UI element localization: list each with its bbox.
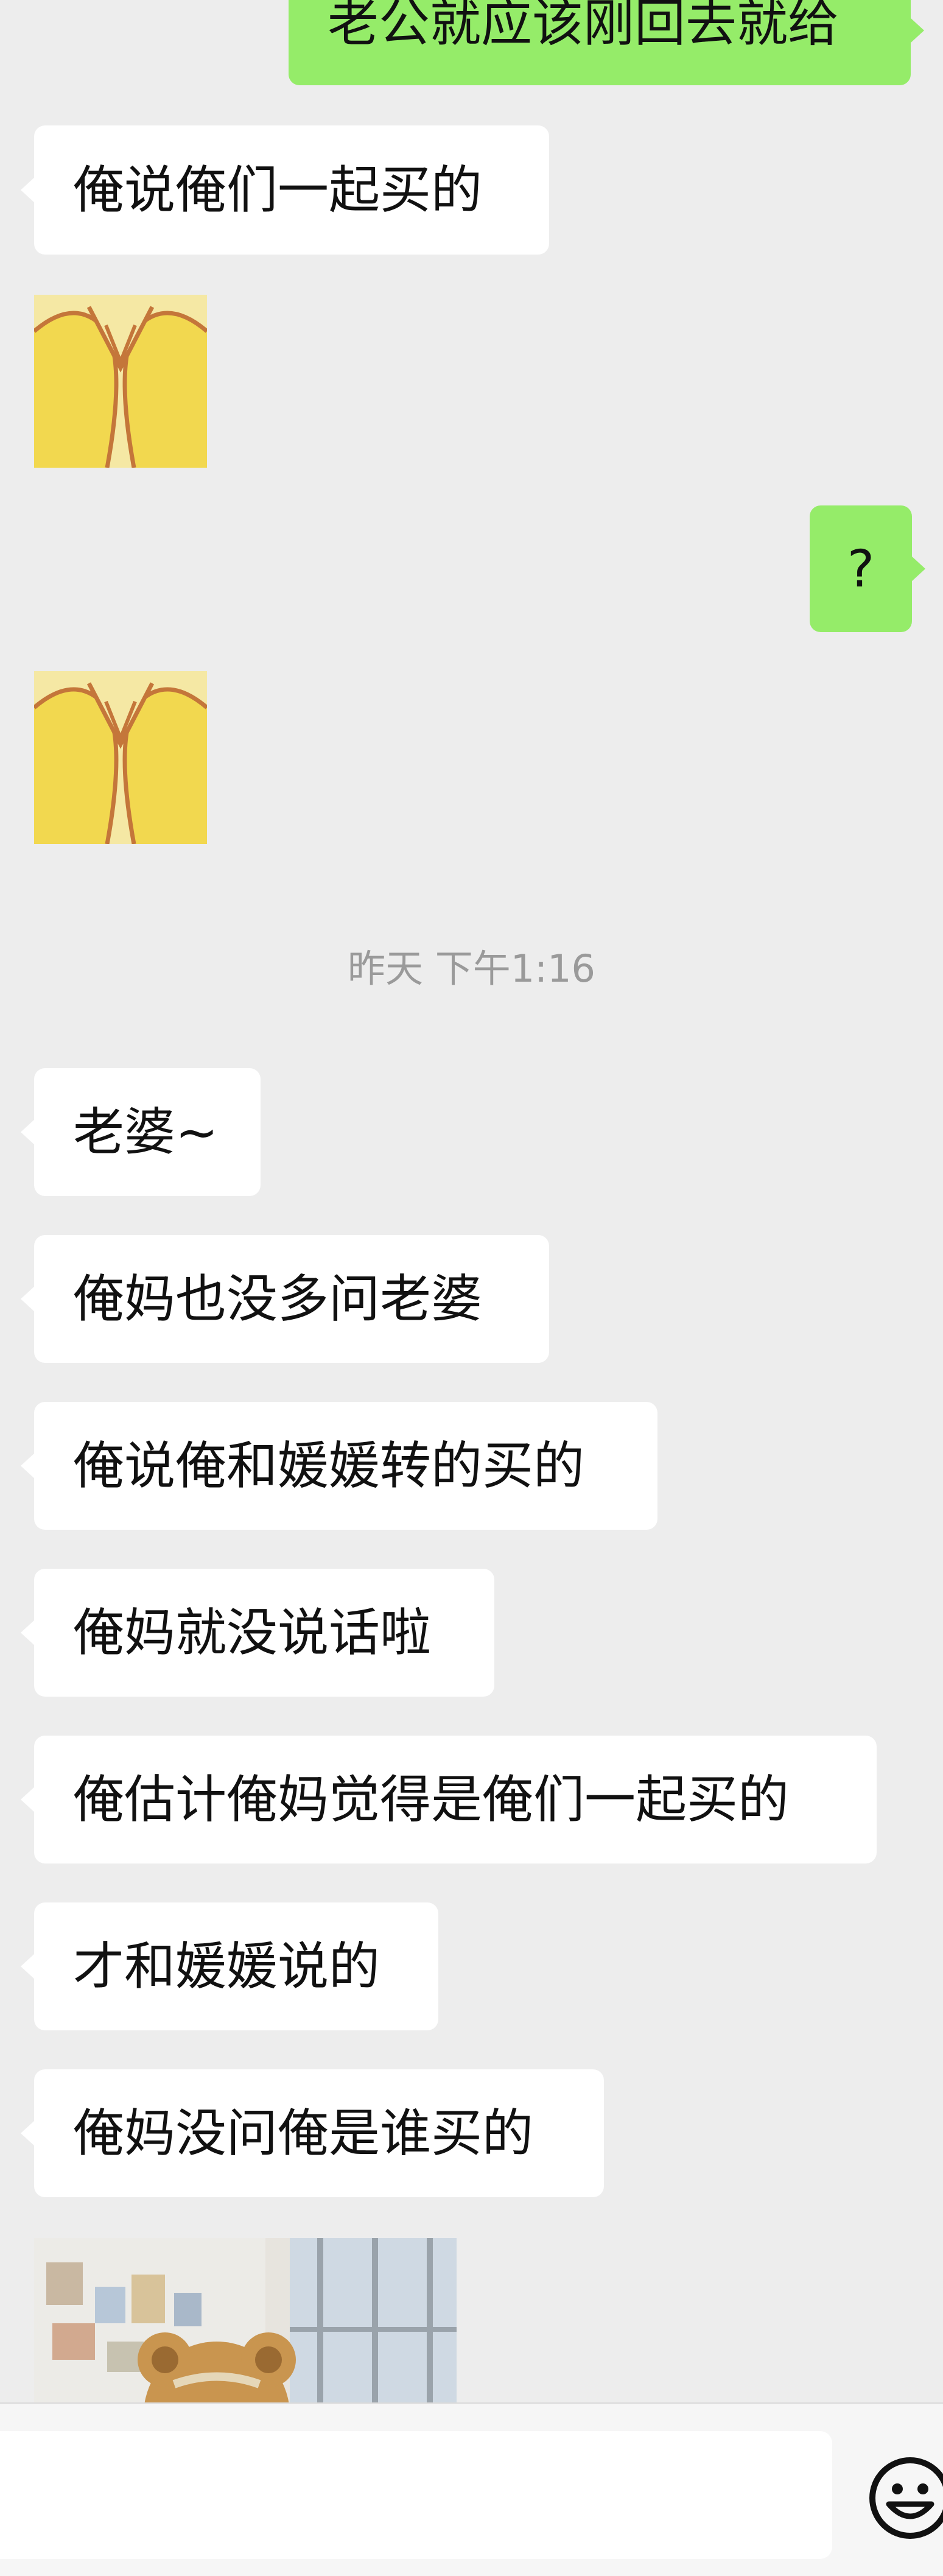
message-bubble-received[interactable]: 俺说俺和媛媛转的买的 <box>21 1402 657 1530</box>
praying-hands-sticker[interactable] <box>34 295 207 468</box>
message-bubble-sent[interactable]: 老公就应该刚回去就给 <box>289 0 924 85</box>
message-timestamp: 昨天 下午1:16 <box>348 946 595 991</box>
message-text: 俺估计俺妈觉得是俺们一起买的 <box>73 1770 790 1829</box>
photo-teddy-bear <box>34 2238 457 2402</box>
message-bubble-received[interactable]: 俺估计俺妈觉得是俺们一起买的 <box>21 1736 877 1863</box>
message-bubble-received[interactable]: 俺妈也没多问老婆 <box>21 1235 549 1363</box>
message-text: 老公就应该刚回去就给 <box>328 0 840 53</box>
message-bubble-sent[interactable]: ? <box>810 505 925 632</box>
message-text: 俺说俺和媛媛转的买的 <box>73 1436 585 1496</box>
message-text: 俺说俺们一起买的 <box>73 160 483 220</box>
message-text: 才和媛媛说的 <box>73 1937 380 1996</box>
image-message[interactable] <box>34 2238 457 2402</box>
message-input[interactable] <box>0 2431 832 2559</box>
message-bubble-received[interactable]: 俺妈没问俺是谁买的 <box>21 2069 604 2197</box>
message-text: ? <box>847 539 875 599</box>
message-bubble-received[interactable]: 俺说俺们一起买的 <box>21 125 549 255</box>
message-input-bar <box>0 2402 943 2576</box>
message-text: 老婆~ <box>73 1102 219 1162</box>
message-text: 俺妈就没说话啦 <box>73 1603 432 1663</box>
message-bubble-received[interactable]: 才和媛媛说的 <box>21 1902 438 2030</box>
smiley-face-icon[interactable] <box>864 2452 943 2544</box>
message-bubble-received[interactable]: 老婆~ <box>21 1068 261 1196</box>
message-text: 俺妈也没多问老婆 <box>73 1269 483 1329</box>
chat-area[interactable]: 老公就应该刚回去就给 俺说俺们一起买的 ? 昨天 下午1:16 老婆~ 俺妈也没… <box>0 0 943 2402</box>
praying-hands-sticker[interactable] <box>34 671 207 844</box>
message-text: 俺妈没问俺是谁买的 <box>73 2103 534 2163</box>
message-bubble-received[interactable]: 俺妈就没说话啦 <box>21 1569 494 1697</box>
